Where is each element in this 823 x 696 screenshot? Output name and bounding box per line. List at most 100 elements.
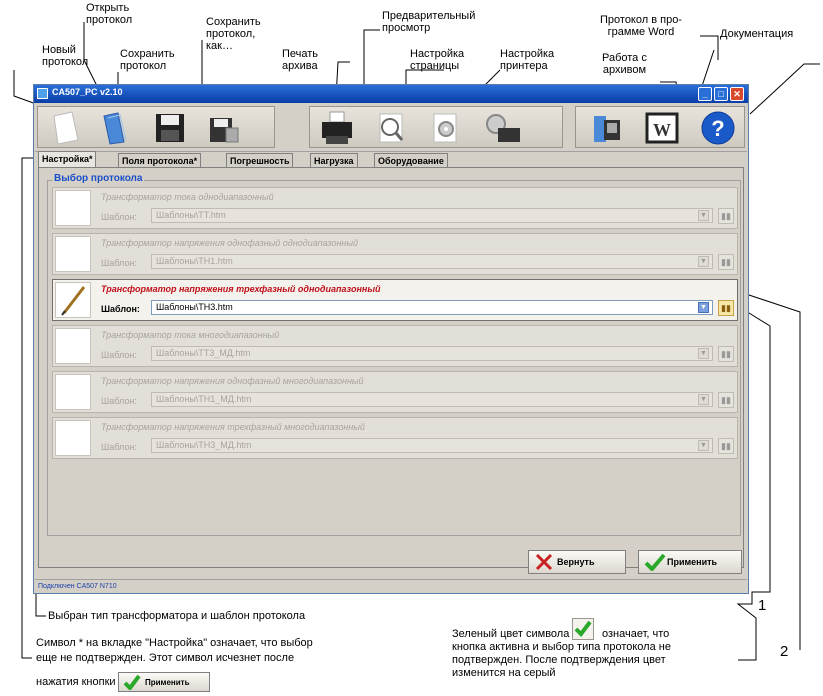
browse-button[interactable]: ▮▮ — [718, 208, 734, 224]
toolbar-group-extra: W ? — [575, 106, 745, 148]
annotation-save-as-text: Сохранить протокол, как… — [206, 16, 261, 52]
check-icon — [644, 553, 666, 573]
protocol-row[interactable]: Трансформатор напряжения однофазный одно… — [52, 233, 738, 275]
save-as-button[interactable] — [204, 110, 244, 146]
page-setup-button[interactable] — [426, 110, 466, 146]
annotation-page-setup-text: Настройка страницы — [410, 48, 465, 72]
document-icon — [55, 374, 91, 410]
annotation-printer-setup: Настройка принтера — [500, 48, 554, 72]
dropdown-arrow-icon[interactable]: ▼ — [698, 256, 709, 267]
marker-2-text: 2 — [780, 643, 789, 660]
template-value: Шаблоны\TT.htm — [156, 210, 226, 220]
annotation-green-note-4-text: изменится на серый — [452, 667, 556, 679]
open-folder-icon — [103, 112, 127, 145]
dropdown-arrow-icon[interactable]: ▼ — [698, 302, 709, 313]
browse-button[interactable]: ▮▮ — [718, 438, 734, 454]
revert-button[interactable]: Вернуть — [528, 550, 626, 574]
tab-protocol-fields-label: Поля протокола* — [122, 156, 198, 166]
browse-button[interactable]: ▮▮ — [718, 392, 734, 408]
close-button[interactable]: ✕ — [730, 87, 744, 101]
protocol-selection-group: Выбор протокола Трансформатор тока однод… — [47, 173, 741, 536]
annotation-green-note-3-text: подтвержден. После подтверждения цвет — [452, 654, 666, 666]
app-window: CA507_PC v2.10 _ □ ✕ W ? Настройка* Поля… — [33, 84, 749, 594]
preview-button[interactable] — [372, 110, 412, 146]
tab-equipment[interactable]: Оборудование — [374, 153, 448, 167]
app-icon — [37, 88, 48, 99]
help-button[interactable]: ? — [698, 110, 738, 146]
open-protocol-button[interactable] — [96, 110, 136, 146]
save-protocol-button[interactable] — [150, 110, 190, 146]
annotation-new-protocol: Новый протокол — [42, 44, 88, 68]
annotation-asterisk-note-1: Символ * на вкладке "Настройка" означает… — [36, 637, 313, 649]
annotation-asterisk-note-3: нажатия кнопки — [36, 676, 116, 688]
annotation-selected-note-text: Выбран тип трансформатора и шаблон прото… — [48, 610, 306, 622]
browse-button[interactable]: ▮▮ — [718, 300, 734, 316]
annotation-word-text: Протокол в про- грамме Word — [600, 14, 682, 38]
inline-apply-label: Применить — [145, 678, 190, 687]
template-select[interactable]: Шаблоны\TH1.htm ▼ — [151, 254, 713, 269]
marker-2: 2 — [780, 644, 788, 660]
dropdown-arrow-icon[interactable]: ▼ — [698, 394, 709, 405]
binoculars-icon: ▮▮ — [721, 211, 731, 221]
annotation-preview-text: Предварительный просмотр — [382, 10, 476, 34]
template-select[interactable]: Шаблоны\TH1_МД.htm ▼ — [151, 392, 713, 407]
tab-settings-label: Настройка* — [42, 154, 93, 164]
template-select[interactable]: Шаблоны\TT.htm ▼ — [151, 208, 713, 223]
protocol-row-selected[interactable]: Трансформатор напряжения трехфазный одно… — [52, 279, 738, 321]
annotation-new-protocol-text: Новый протокол — [42, 44, 89, 68]
floppy-disk-save-as-icon — [210, 118, 239, 143]
apply-label: Применить — [667, 557, 718, 567]
browse-button[interactable]: ▮▮ — [718, 346, 734, 362]
archive-button[interactable] — [586, 110, 626, 146]
marker-1-text: 1 — [758, 597, 767, 614]
protocol-row[interactable]: Трансформатор напряжения трехфазный мног… — [52, 417, 738, 459]
dropdown-arrow-icon[interactable]: ▼ — [698, 348, 709, 359]
settings-panel: Выбор протокола Трансформатор тока однод… — [38, 167, 744, 568]
protocol-row[interactable]: Трансформатор тока однодиапазонный Шабло… — [52, 187, 738, 229]
template-label: Шаблон: — [101, 212, 137, 222]
dropdown-arrow-icon[interactable]: ▼ — [698, 440, 709, 451]
annotation-documentation: Документация — [720, 28, 793, 40]
annotation-green-note-2: кнопка активна и выбор типа протокола не — [452, 641, 671, 653]
protocol-row-title: Трансформатор напряжения однофазный мног… — [101, 376, 364, 386]
protocol-row[interactable]: Трансформатор тока многодиапазонный Шабл… — [52, 325, 738, 367]
protocol-row[interactable]: Трансформатор напряжения однофазный мног… — [52, 371, 738, 413]
annotation-printer-setup-text: Настройка принтера — [500, 48, 555, 72]
template-select[interactable]: Шаблоны\TT3_МД.htm ▼ — [151, 346, 713, 361]
template-select[interactable]: Шаблоны\TH3_МД.htm ▼ — [151, 438, 713, 453]
document-icon — [55, 328, 91, 364]
protocol-row-title: Трансформатор напряжения трехфазный мног… — [101, 422, 365, 432]
document-icon — [55, 190, 91, 226]
template-value: Шаблоны\TH3_МД.htm — [156, 440, 252, 450]
apply-button[interactable]: Применить — [638, 550, 742, 574]
minimize-button[interactable]: _ — [698, 87, 712, 101]
maximize-button[interactable]: □ — [714, 87, 728, 101]
tab-load-label: Нагрузка — [314, 156, 354, 166]
tab-load[interactable]: Нагрузка — [310, 153, 358, 167]
new-protocol-button[interactable] — [44, 110, 84, 146]
tab-protocol-fields[interactable]: Поля протокола* — [118, 153, 202, 167]
revert-label: Вернуть — [557, 557, 595, 567]
dropdown-arrow-icon[interactable]: ▼ — [698, 210, 709, 221]
annotation-asterisk-note-2: еще не подтвержден. Этот символ исчезнет… — [36, 652, 294, 664]
template-select[interactable]: Шаблоны\TH3.htm ▼ — [151, 300, 713, 315]
status-bar: Подключен CA507 N710 — [35, 579, 747, 593]
protocol-row-title: Трансформатор тока многодиапазонный — [101, 330, 280, 340]
magnifier-icon — [379, 113, 404, 143]
tab-error[interactable]: Погрешность — [226, 153, 294, 167]
printer-setup-button[interactable] — [480, 110, 524, 146]
binoculars-icon: ▮▮ — [721, 349, 731, 359]
tab-settings[interactable]: Настройка* — [38, 151, 97, 168]
annotation-archive: Работа с архивом — [602, 52, 647, 76]
print-archive-button[interactable] — [316, 110, 358, 146]
protocol-row-title: Трансформатор напряжения однофазный одно… — [101, 238, 358, 248]
browse-button[interactable]: ▮▮ — [718, 254, 734, 270]
red-cross-icon — [534, 553, 554, 573]
annotation-green-note-3: подтвержден. После подтверждения цвет — [452, 654, 666, 666]
floppy-disk-icon — [156, 114, 184, 142]
word-button[interactable]: W — [642, 110, 682, 146]
annotation-word: Протокол в про- грамме Word — [600, 14, 682, 38]
annotation-page-setup: Настройка страницы — [410, 48, 464, 72]
annotation-green-note-1b-text: означает, что — [602, 628, 670, 640]
template-label: Шаблон: — [101, 350, 137, 360]
